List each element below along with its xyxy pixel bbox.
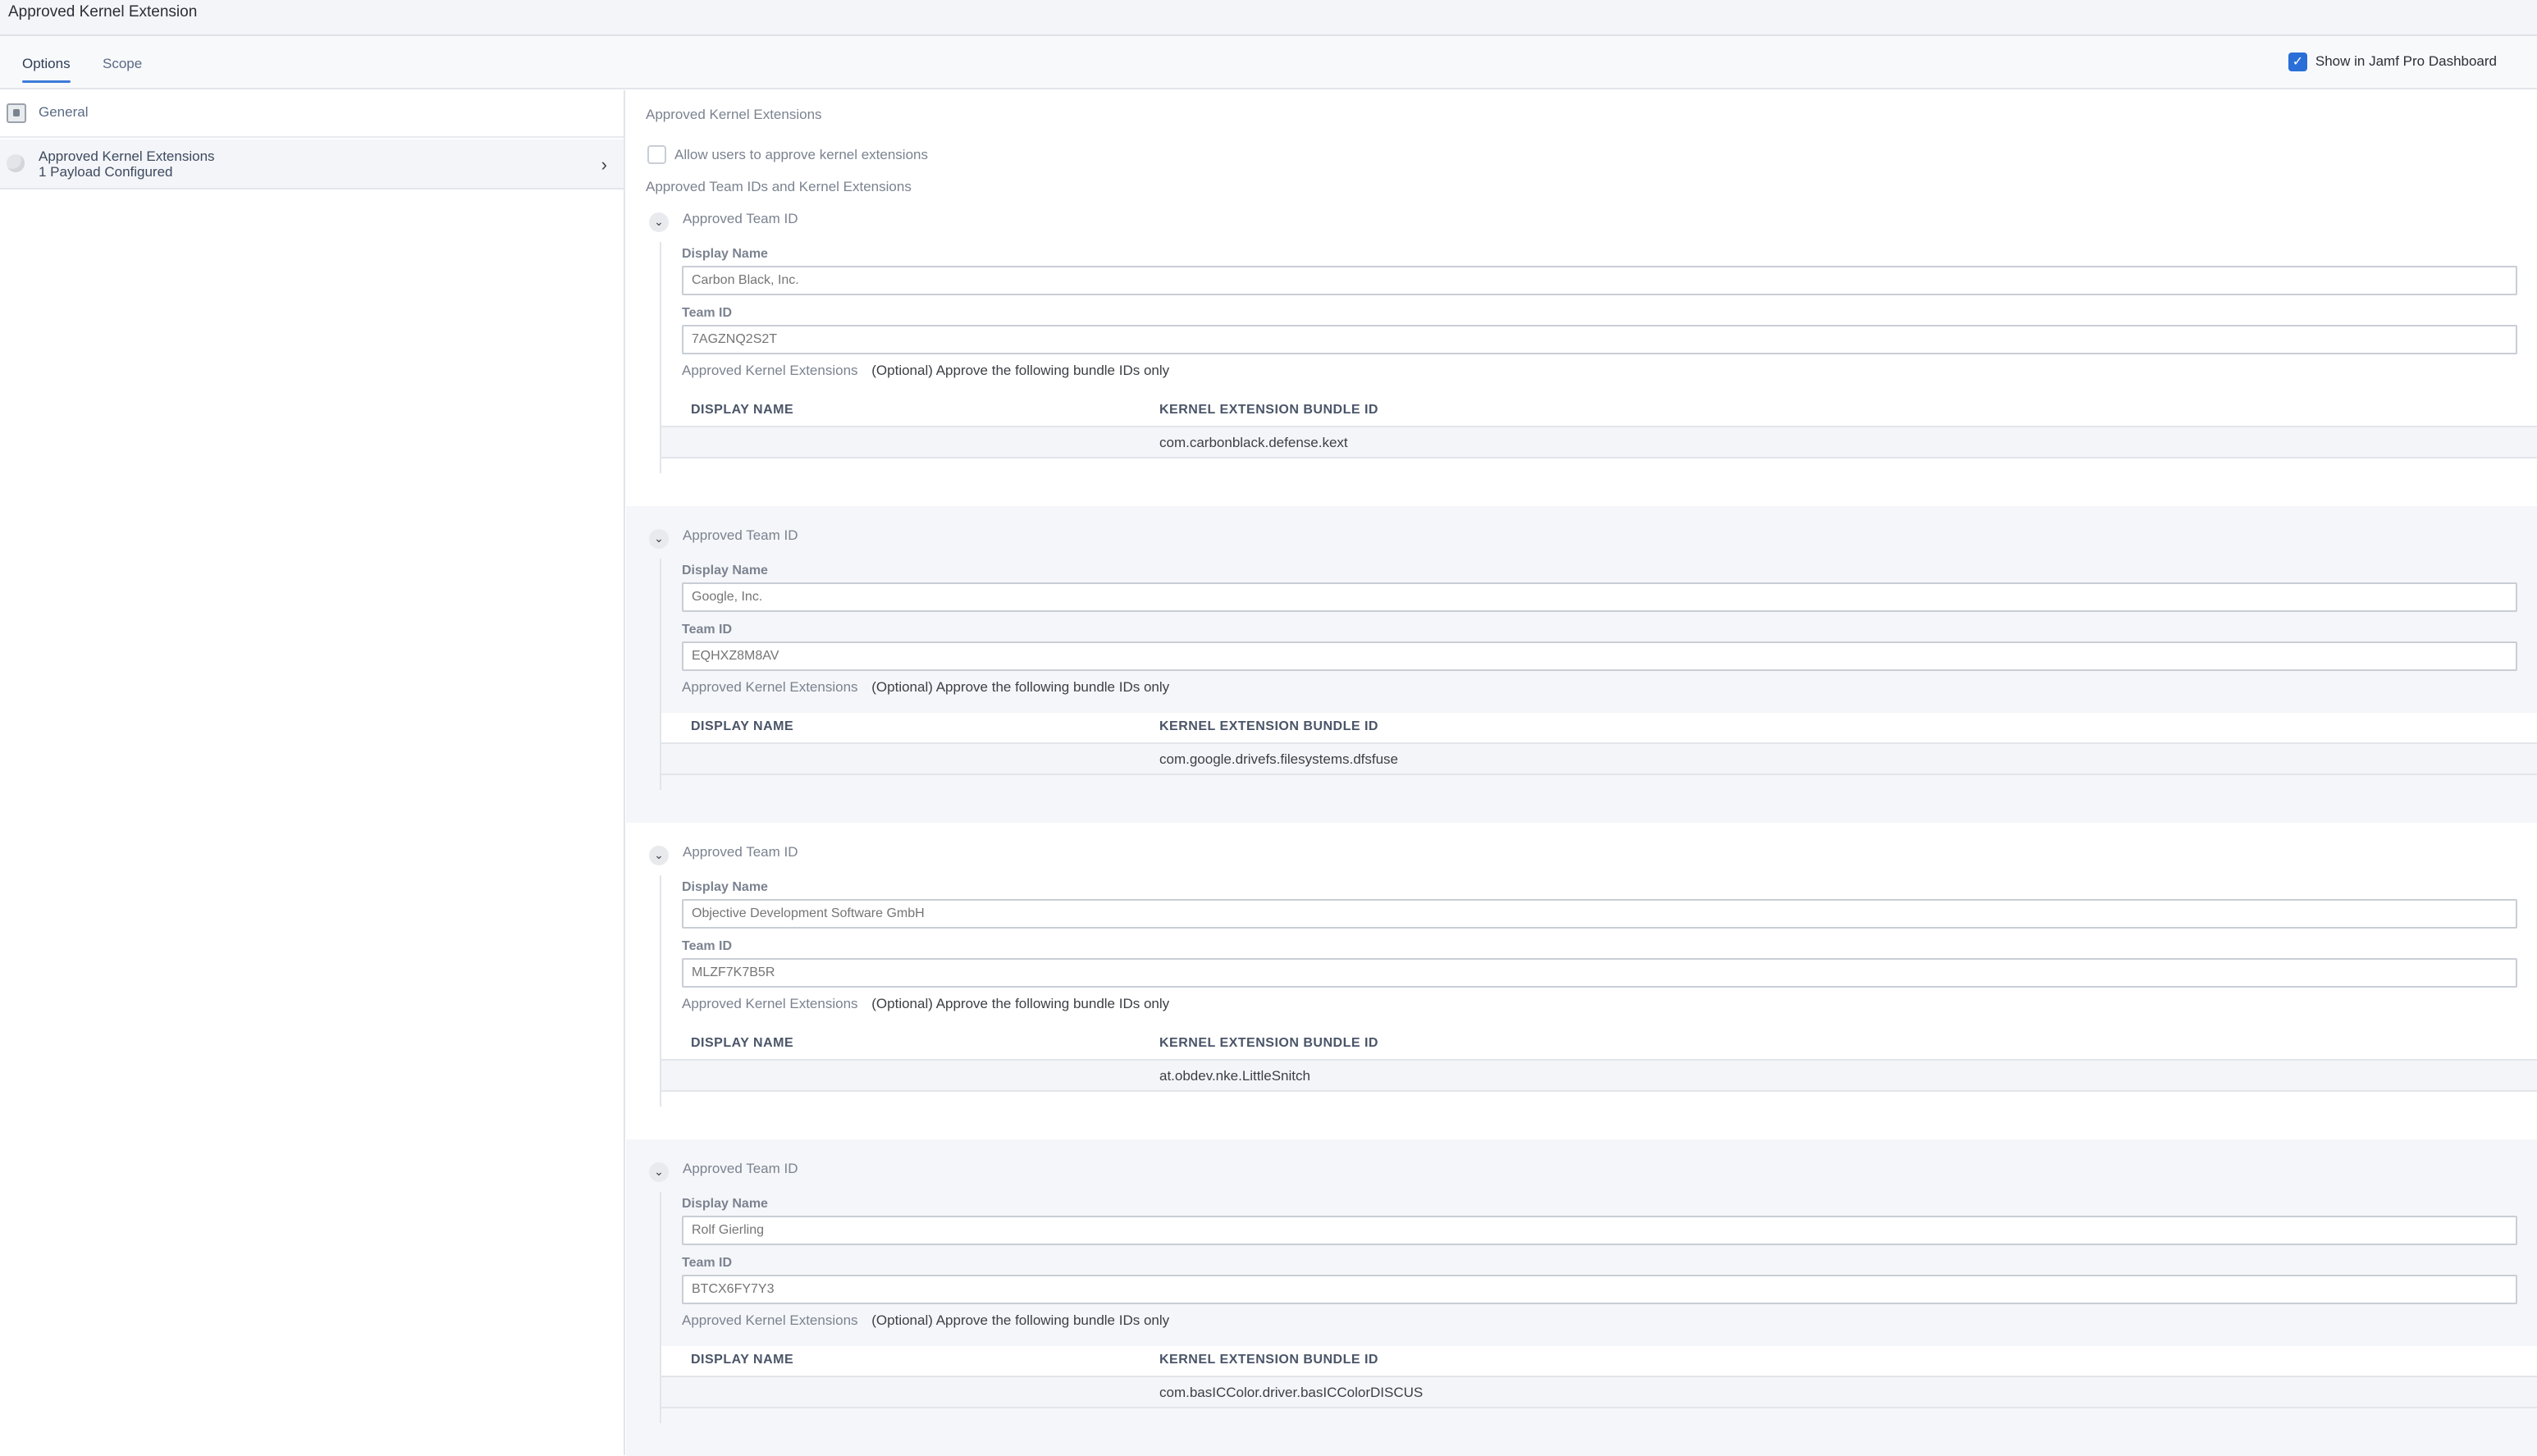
team-heading: Approved Team ID xyxy=(683,527,798,543)
approved-extensions-note: (Optional) Approve the following bundle … xyxy=(871,996,1170,1011)
approved-extensions-note: (Optional) Approve the following bundle … xyxy=(871,679,1170,695)
team-id-field[interactable] xyxy=(682,1275,2517,1304)
column-display-name: DISPLAY NAME xyxy=(691,1036,794,1050)
allow-users-approve-checkbox[interactable]: Allow users to approve kernel extensions xyxy=(647,145,928,164)
approved-extensions-note: (Optional) Approve the following bundle … xyxy=(871,363,1170,378)
main-content: Approved Kernel Extensions Allow users t… xyxy=(626,90,2537,1456)
chevron-down-icon[interactable]: ⌄ xyxy=(649,212,669,232)
approved-extensions-row: Approved Kernel Extensions (Optional) Ap… xyxy=(682,363,1169,379)
team-heading: Approved Team ID xyxy=(683,211,798,226)
column-display-name: DISPLAY NAME xyxy=(691,403,794,417)
show-in-dashboard-toggle[interactable]: ✓ Show in Jamf Pro Dashboard xyxy=(2288,51,2497,72)
column-bundle-id: KERNEL EXTENSION BUNDLE ID xyxy=(1159,1036,1378,1050)
display-name-field[interactable] xyxy=(682,1216,2517,1245)
bundle-id-cell: at.obdev.nke.LittleSnitch xyxy=(1159,1068,1310,1084)
chevron-down-icon[interactable]: ⌄ xyxy=(649,529,669,549)
sidebar-item-general[interactable]: General xyxy=(0,90,624,138)
table-row[interactable]: at.obdev.nke.LittleSnitch xyxy=(661,1059,2537,1092)
payload-count-label: 1 Payload Configured xyxy=(39,164,173,180)
column-display-name: DISPLAY NAME xyxy=(691,719,794,733)
approved-extensions-row: Approved Kernel Extensions (Optional) Ap… xyxy=(682,996,1169,1012)
title-bar: Approved Kernel Extension xyxy=(0,0,2537,36)
kernel-extension-icon xyxy=(7,154,25,172)
chevron-down-icon[interactable]: ⌄ xyxy=(649,1162,669,1182)
display-name-label: Display Name xyxy=(682,247,768,261)
table-header: DISPLAY NAME KERNEL EXTENSION BUNDLE ID xyxy=(661,396,2537,426)
team-id-label: Team ID xyxy=(682,1256,733,1270)
checkbox-unchecked-icon[interactable] xyxy=(647,145,666,164)
sidebar-item-label: General xyxy=(39,104,89,120)
display-name-field[interactable] xyxy=(682,582,2517,612)
table-header: DISPLAY NAME KERNEL EXTENSION BUNDLE ID xyxy=(661,1029,2537,1059)
display-name-label: Display Name xyxy=(682,564,768,577)
team-id-field[interactable] xyxy=(682,641,2517,671)
approved-extensions-row: Approved Kernel Extensions (Optional) Ap… xyxy=(682,1312,1169,1329)
column-bundle-id: KERNEL EXTENSION BUNDLE ID xyxy=(1159,1353,1378,1367)
tab-scope[interactable]: Scope xyxy=(103,56,142,72)
display-name-field[interactable] xyxy=(682,266,2517,295)
approved-extensions-label: Approved Kernel Extensions xyxy=(682,996,858,1011)
page-title: Approved Kernel Extension xyxy=(8,3,198,21)
bundle-id-cell: com.google.drivefs.filesystems.dfsfuse xyxy=(1159,751,1399,767)
show-in-dashboard-label: Show in Jamf Pro Dashboard xyxy=(2315,53,2497,69)
approved-team-block: ⌄ Approved Team ID Display Name Team ID … xyxy=(626,823,2537,1139)
checkbox-checked-icon[interactable]: ✓ xyxy=(2288,52,2307,71)
general-icon xyxy=(7,103,26,123)
allow-users-label: Allow users to approve kernel extensions xyxy=(674,146,928,162)
chevron-right-icon: › xyxy=(601,154,607,175)
approved-extensions-note: (Optional) Approve the following bundle … xyxy=(871,1312,1170,1328)
table-row[interactable]: com.google.drivefs.filesystems.dfsfuse xyxy=(661,742,2537,775)
table-row[interactable]: com.basICColor.driver.basICColorDISCUS xyxy=(661,1376,2537,1408)
approved-extensions-label: Approved Kernel Extensions xyxy=(682,679,858,695)
approved-extensions-row: Approved Kernel Extensions (Optional) Ap… xyxy=(682,679,1169,696)
chevron-down-icon[interactable]: ⌄ xyxy=(649,846,669,865)
approved-team-block: ⌄ Approved Team ID Display Name Team ID … xyxy=(626,1139,2537,1456)
bundle-id-cell: com.carbonblack.defense.kext xyxy=(1159,435,1348,450)
sidebar-item-approved-kernel-extensions[interactable]: Approved Kernel Extensions 1 Payload Con… xyxy=(0,139,624,189)
column-bundle-id: KERNEL EXTENSION BUNDLE ID xyxy=(1159,719,1378,733)
sidebar: General Approved Kernel Extensions 1 Pay… xyxy=(0,90,625,1455)
approved-team-block: ⌄ Approved Team ID Display Name Team ID … xyxy=(626,506,2537,823)
team-id-label: Team ID xyxy=(682,306,733,320)
column-bundle-id: KERNEL EXTENSION BUNDLE ID xyxy=(1159,403,1378,417)
bundle-id-cell: com.basICColor.driver.basICColorDISCUS xyxy=(1159,1385,1424,1400)
sidebar-item-label: Approved Kernel Extensions xyxy=(39,148,215,164)
display-name-label: Display Name xyxy=(682,1197,768,1211)
team-id-field[interactable] xyxy=(682,325,2517,354)
team-heading: Approved Team ID xyxy=(683,1161,798,1176)
tabs-bar: Options Scope xyxy=(0,36,2537,89)
display-name-label: Display Name xyxy=(682,880,768,894)
section-title: Approved Kernel Extensions xyxy=(646,107,822,122)
column-display-name: DISPLAY NAME xyxy=(691,1353,794,1367)
tab-options[interactable]: Options xyxy=(22,56,71,83)
table-row[interactable]: com.carbonblack.defense.kext xyxy=(661,426,2537,459)
approved-extensions-label: Approved Kernel Extensions xyxy=(682,1312,858,1328)
approved-extensions-label: Approved Kernel Extensions xyxy=(682,363,858,378)
approved-team-block: ⌄ Approved Team ID Display Name Team ID … xyxy=(626,189,2537,506)
team-id-label: Team ID xyxy=(682,939,733,953)
display-name-field[interactable] xyxy=(682,899,2517,929)
table-header: DISPLAY NAME KERNEL EXTENSION BUNDLE ID xyxy=(661,1346,2537,1376)
team-id-field[interactable] xyxy=(682,958,2517,988)
table-header: DISPLAY NAME KERNEL EXTENSION BUNDLE ID xyxy=(661,713,2537,742)
team-id-label: Team ID xyxy=(682,623,733,637)
team-heading: Approved Team ID xyxy=(683,844,798,860)
